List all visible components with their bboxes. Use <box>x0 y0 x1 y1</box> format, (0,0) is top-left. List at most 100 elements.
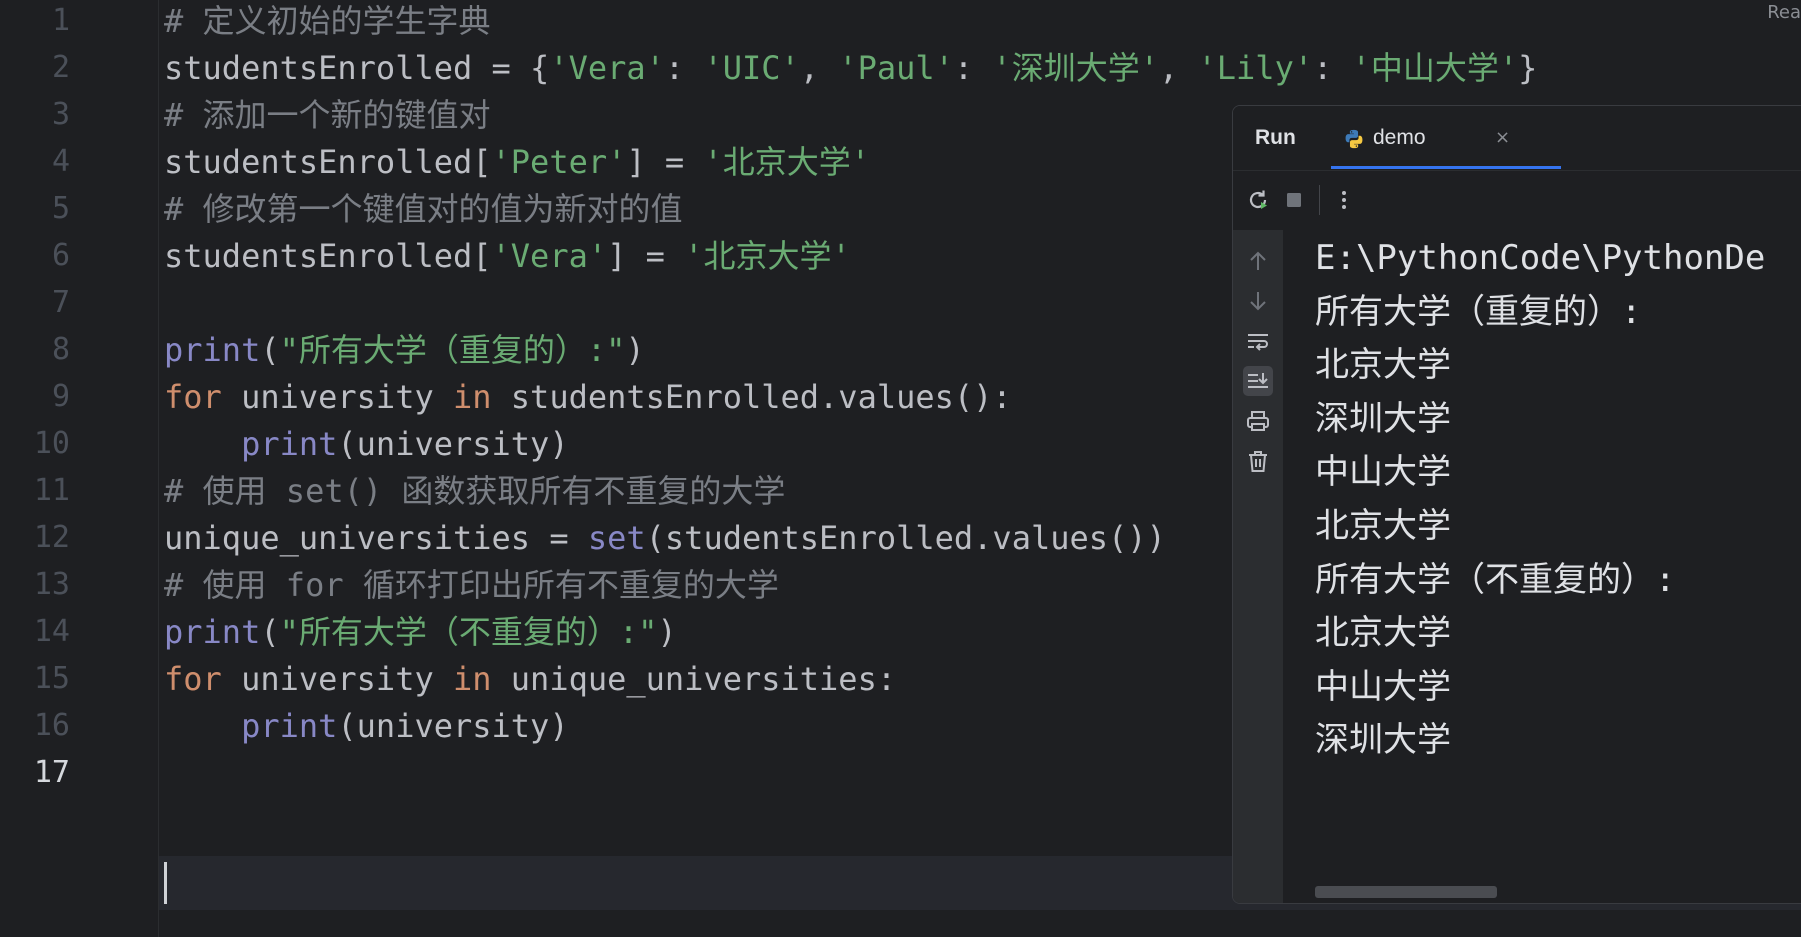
line-number[interactable]: 12 <box>0 511 70 565</box>
line-number-gutter[interactable]: 1 2 3 4 5 6 7 8 9 10 11 12 13 14 15 16 17 <box>0 0 159 937</box>
code-token: # 使用 for 循环打印出所有不重复的大学 <box>164 566 779 604</box>
active-tab-indicator <box>1331 166 1561 169</box>
line-number[interactable]: 5 <box>0 182 70 236</box>
code-line[interactable]: # 使用 set() 函数获取所有不重复的大学 <box>164 464 785 518</box>
code-line[interactable]: # 添加一个新的键值对 <box>164 88 491 142</box>
line-number[interactable]: 16 <box>0 699 70 753</box>
code-token: unique_universities: <box>491 660 897 698</box>
toolbar-separator <box>1319 185 1320 215</box>
close-icon[interactable]: × <box>1495 106 1510 170</box>
run-tab-label: demo <box>1373 126 1426 149</box>
code-token: , <box>799 49 839 87</box>
stop-icon[interactable] <box>1279 185 1309 215</box>
ide-window: 1 2 3 4 5 6 7 8 9 10 11 12 13 14 15 16 17 # 定义初始的学生字典 stu… <box>0 0 1801 937</box>
code-token: # 添加一个新的键值对 <box>164 96 491 134</box>
code-token: 'Vera' <box>491 237 608 275</box>
trash-icon[interactable] <box>1243 446 1273 476</box>
print-icon[interactable] <box>1243 406 1273 436</box>
code-token: : <box>1313 49 1352 87</box>
arrow-up-icon[interactable] <box>1243 246 1273 276</box>
code-token: unique_universities = <box>164 519 588 557</box>
code-token: in <box>452 378 492 416</box>
code-token: ) <box>625 331 645 369</box>
code-editor[interactable]: # 定义初始的学生字典 studentsEnrolled = {'Vera': '… <box>164 0 1537 937</box>
line-number[interactable]: 7 <box>0 276 70 330</box>
code-token: } <box>1518 49 1538 87</box>
more-vertical-icon[interactable] <box>1329 185 1359 215</box>
run-tool-window: Run demo × E:\PythonCode\PythonDe 所有大学（重… <box>1232 105 1801 904</box>
code-token: 'Peter' <box>491 143 627 181</box>
code-line[interactable]: for university in studentsEnrolled.value… <box>164 370 1012 424</box>
line-number[interactable]: 6 <box>0 229 70 283</box>
code-token: (studentsEnrolled.values()) <box>645 519 1166 557</box>
line-number[interactable]: 2 <box>0 41 70 95</box>
code-token: ] = <box>607 237 685 275</box>
code-token: in <box>452 660 492 698</box>
code-line[interactable]: studentsEnrolled['Vera'] = '北京大学' <box>164 229 851 283</box>
code-line[interactable]: # 使用 for 循环打印出所有不重复的大学 <box>164 558 779 612</box>
code-line[interactable]: for university in unique_universities: <box>164 652 896 706</box>
line-number[interactable]: 17 <box>0 746 70 800</box>
line-number[interactable]: 3 <box>0 88 70 142</box>
code-token: (university) <box>337 707 569 745</box>
code-token: '北京大学' <box>703 143 870 181</box>
line-number[interactable]: 13 <box>0 558 70 612</box>
code-token: studentsEnrolled[ <box>164 143 492 181</box>
console-output[interactable]: E:\PythonCode\PythonDe 所有大学（重复的）: 北京大学 深圳大学… <box>1315 230 1801 880</box>
line-number[interactable]: 9 <box>0 370 70 424</box>
line-number[interactable]: 15 <box>0 652 70 706</box>
code-line[interactable]: studentsEnrolled['Peter'] = '北京大学' <box>164 135 870 189</box>
line-number[interactable]: 11 <box>0 464 70 518</box>
code-token: ] = <box>626 143 704 181</box>
code-line[interactable]: print(university) <box>164 699 569 753</box>
reader-mode-label[interactable]: Rea <box>1767 2 1801 23</box>
run-toolbar <box>1233 170 1801 231</box>
console-side-toolbar <box>1233 230 1283 903</box>
code-token: ) <box>657 613 677 651</box>
code-token: print <box>164 613 261 651</box>
code-token: '中山大学' <box>1351 49 1519 87</box>
code-token: : <box>953 49 993 87</box>
code-line[interactable]: print("所有大学（重复的）:") <box>164 323 645 377</box>
code-token: ( <box>260 613 280 651</box>
code-token: 'Vera' <box>549 49 665 87</box>
code-line[interactable]: print(university) <box>164 417 569 471</box>
line-number[interactable]: 8 <box>0 323 70 377</box>
code-token: : <box>664 49 704 87</box>
code-line[interactable]: unique_universities = set(studentsEnroll… <box>164 511 1166 565</box>
line-number[interactable]: 14 <box>0 605 70 659</box>
code-token: print <box>241 707 338 745</box>
code-token: "所有大学（重复的）:" <box>279 331 626 369</box>
scroll-to-end-icon[interactable] <box>1243 366 1273 396</box>
code-token: (university) <box>337 425 569 463</box>
run-panel-header: Run demo × <box>1233 106 1801 170</box>
arrow-down-icon[interactable] <box>1243 286 1273 316</box>
code-token: for <box>164 660 222 698</box>
code-line[interactable]: # 修改第一个键值对的值为新对的值 <box>164 182 683 236</box>
code-token: ( <box>260 331 280 369</box>
line-number[interactable]: 4 <box>0 135 70 189</box>
code-token: 'Lily' <box>1197 49 1314 87</box>
code-token: # 修改第一个键值对的值为新对的值 <box>164 190 683 228</box>
code-token: print <box>164 331 261 369</box>
code-token: "所有大学（不重复的）:" <box>279 613 658 651</box>
soft-wrap-icon[interactable] <box>1243 326 1273 356</box>
code-token: studentsEnrolled = { <box>164 49 550 87</box>
code-token: print <box>241 425 338 463</box>
code-token: # 定义初始的学生字典 <box>164 2 491 40</box>
code-line[interactable]: print("所有大学（不重复的）:") <box>164 605 677 659</box>
code-token: studentsEnrolled.values(): <box>491 378 1012 416</box>
code-line[interactable]: studentsEnrolled = {'Vera': 'UIC', 'Paul… <box>164 41 1537 95</box>
python-icon <box>1345 129 1363 149</box>
code-token: , <box>1158 49 1198 87</box>
rerun-icon[interactable] <box>1243 185 1273 215</box>
code-token: 'UIC' <box>703 49 800 87</box>
horizontal-scrollbar[interactable] <box>1315 886 1497 898</box>
code-token: studentsEnrolled[ <box>164 237 492 275</box>
line-number[interactable]: 10 <box>0 417 70 471</box>
run-tab-demo[interactable]: demo × <box>1331 106 1561 170</box>
text-caret <box>164 862 167 904</box>
code-token: # 使用 set() 函数获取所有不重复的大学 <box>164 472 786 510</box>
console-line: 深圳大学 <box>1315 720 1451 761</box>
